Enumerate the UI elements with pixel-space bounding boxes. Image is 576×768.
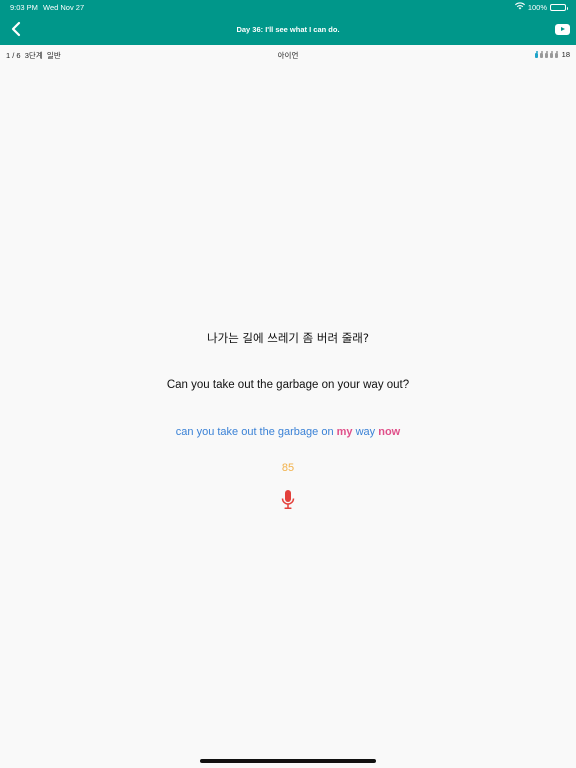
home-indicator[interactable] — [200, 759, 376, 763]
english-sentence: Can you take out the garbage on your way… — [166, 379, 410, 391]
person-icon — [535, 50, 539, 59]
person-icon — [540, 50, 544, 59]
battery-icon — [550, 3, 568, 11]
microphone-button[interactable] — [281, 490, 295, 510]
person-icon — [550, 50, 554, 59]
status-time: 9:03 PM — [10, 3, 38, 12]
recognized-speech: can you take out the garbage on my way n… — [0, 426, 576, 438]
info-bar: 1 / 6 3단계 일반 아이언 18 — [0, 50, 576, 62]
participant-count: 18 — [561, 50, 570, 59]
person-icon — [555, 50, 559, 59]
status-date: Wed Nov 27 — [43, 3, 85, 12]
recognized-word-wrong: now — [378, 426, 401, 438]
page-title: Day 36: I'll see what I can do. — [236, 25, 340, 34]
person-icon — [545, 50, 549, 59]
recognized-word: can you take out the garbage on — [175, 426, 337, 438]
participants: 18 — [535, 50, 570, 59]
status-right: 100% — [514, 2, 568, 12]
korean-sentence: 나가는 길에 쓰레기 좀 버려 줄래? — [207, 331, 369, 345]
recognized-word-wrong: my — [336, 426, 353, 438]
pronunciation-score: 85 — [281, 462, 295, 474]
youtube-play-icon[interactable] — [555, 24, 570, 35]
top-bar: 9:03 PM Wed Nov 27 100% Day 36: I'll see… — [0, 0, 576, 45]
rank-label: 아이언 — [277, 51, 299, 60]
wifi-icon — [514, 2, 525, 12]
battery-percent: 100% — [527, 2, 547, 12]
microphone-icon — [281, 490, 295, 509]
recognized-word: way — [352, 426, 379, 438]
